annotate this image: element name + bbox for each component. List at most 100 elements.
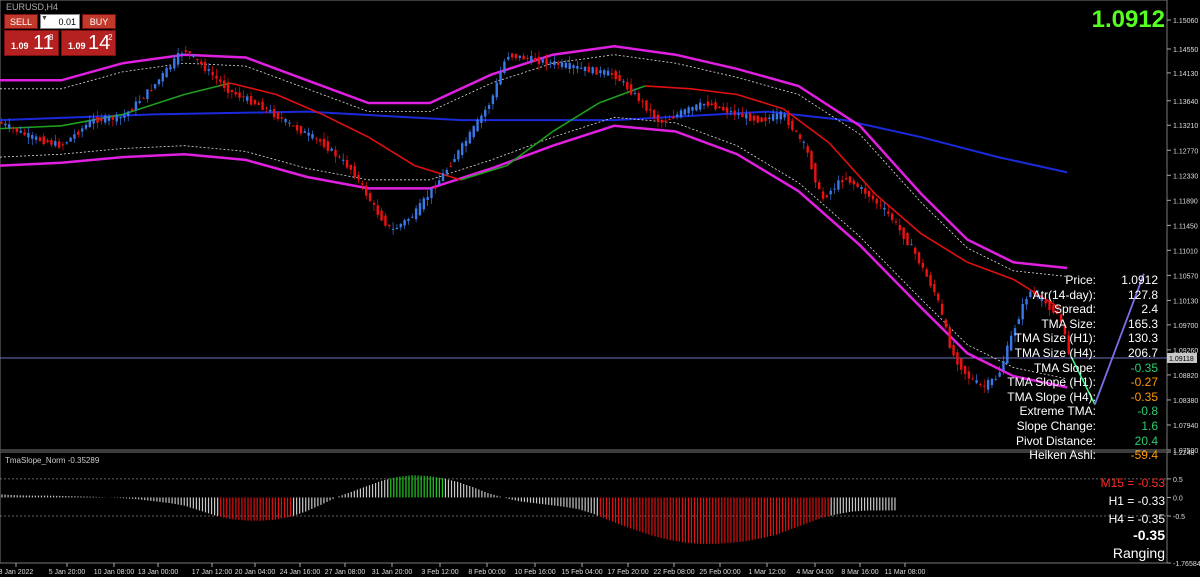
candle-body xyxy=(303,131,307,133)
candle-body xyxy=(487,105,491,109)
candle-body xyxy=(745,113,748,119)
stat-row: Spread: 2.4 xyxy=(1000,302,1160,317)
candle-body xyxy=(530,55,533,62)
candle-body xyxy=(265,107,268,109)
time-tick-label: 15 Feb 04:00 xyxy=(561,569,602,576)
candle-body xyxy=(664,120,667,123)
candle-body xyxy=(599,70,602,74)
candle-body xyxy=(426,196,429,200)
moving-average-segment xyxy=(828,142,876,195)
candle-body xyxy=(107,116,111,121)
sell-button[interactable]: SELL xyxy=(4,14,38,29)
candle-body xyxy=(280,117,283,119)
candle-body xyxy=(188,51,191,54)
candle-body xyxy=(349,165,353,170)
candle-body xyxy=(960,358,963,370)
one-click-trade-panel: SELL 0.01 ▼ BUY 1.09 11 8 1.09 14 2 xyxy=(4,14,116,56)
candle-body xyxy=(27,133,30,138)
candle-body xyxy=(230,89,234,92)
candle-body xyxy=(725,107,729,113)
candle-body xyxy=(722,106,725,111)
price-tick-label: 1.09700 xyxy=(1173,323,1198,330)
candle-body xyxy=(207,69,211,71)
price-tick-label: 1.10570 xyxy=(1173,273,1198,280)
candle-body xyxy=(587,66,591,73)
stat-row: TMA Size (H1): 130.3 xyxy=(1000,331,1160,346)
candle-body xyxy=(460,143,464,155)
candle-body xyxy=(821,191,825,199)
candle-body xyxy=(606,70,610,76)
candle-body xyxy=(541,59,545,63)
stat-value: 20.4 xyxy=(1134,433,1158,448)
candle-body xyxy=(430,188,433,199)
candle-body xyxy=(150,89,153,91)
stat-row: TMA Slope: -0.35 xyxy=(1000,361,1160,376)
price-tick-label: 1.15060 xyxy=(1173,18,1198,25)
candle-body xyxy=(622,81,625,83)
candle-body xyxy=(925,269,928,277)
candle-body xyxy=(472,126,475,138)
candle-body xyxy=(652,110,656,118)
candle-body xyxy=(4,123,7,126)
candle-body xyxy=(322,138,326,147)
moving-average-segment xyxy=(322,113,369,138)
candle-body xyxy=(963,365,967,374)
stats-panel: Price: 1.0912 Atr(14-day): 127.8 Spread: 2.4 T… xyxy=(1000,273,1160,463)
candle-body xyxy=(687,107,690,114)
candle-body xyxy=(238,92,241,98)
candle-body xyxy=(361,183,364,185)
candle-body xyxy=(153,84,157,89)
candle-body xyxy=(537,56,541,64)
candle-body xyxy=(783,114,786,118)
candle-body xyxy=(242,96,245,98)
candle-body xyxy=(841,180,844,183)
stat-label: Price: xyxy=(1065,273,1096,287)
candle-body xyxy=(226,82,230,93)
candle-body xyxy=(215,75,218,79)
candle-body xyxy=(787,113,790,126)
candle-body xyxy=(464,140,468,147)
oscillator-tick-label: 0.0 xyxy=(1173,495,1183,502)
candle-body xyxy=(295,124,299,131)
candle-body xyxy=(940,303,944,315)
current-price-label: 1.09118 xyxy=(1169,356,1194,363)
moving-average-segment xyxy=(644,85,692,90)
candle-body xyxy=(683,109,687,115)
price-tick-label: 1.14130 xyxy=(1173,71,1198,78)
price-tick-label: 1.12770 xyxy=(1173,148,1198,155)
candle-body xyxy=(445,169,449,174)
stat-row: TMA Size (H4): 206.7 xyxy=(1000,346,1160,361)
candle-body xyxy=(603,70,606,75)
stat-label: Slope Change: xyxy=(1016,418,1096,433)
candle-body xyxy=(391,228,395,230)
candle-body xyxy=(211,71,214,76)
candle-body xyxy=(660,119,664,123)
candle-body xyxy=(890,213,894,220)
candle-body xyxy=(737,114,740,116)
symbol-title: EURUSD,H4 xyxy=(6,2,59,12)
candle-body xyxy=(545,58,548,65)
stat-value: -0.8 xyxy=(1137,404,1158,419)
candle-body xyxy=(50,139,53,145)
candle-body xyxy=(127,111,130,116)
stat-row: Price: 1.0912 xyxy=(1000,273,1160,288)
candle-body xyxy=(675,114,679,117)
candle-body xyxy=(203,61,207,71)
candle-body xyxy=(913,247,917,254)
buy-price-box[interactable]: 1.09 14 2 xyxy=(61,30,116,56)
candle-body xyxy=(307,132,310,136)
buy-button[interactable]: BUY xyxy=(82,14,116,29)
lot-stepper-icon[interactable]: ▼ xyxy=(41,15,48,22)
candle-body xyxy=(31,135,34,139)
candle-body xyxy=(910,244,913,246)
candle-body xyxy=(491,95,495,105)
candle-body xyxy=(883,207,886,210)
candle-body xyxy=(852,180,855,185)
candle-body xyxy=(46,140,49,143)
candle-body xyxy=(288,122,291,124)
price-tick-label: 1.11450 xyxy=(1173,223,1198,230)
candle-body xyxy=(88,120,92,128)
sell-price-box[interactable]: 1.09 11 8 xyxy=(4,30,59,56)
oscillator-h4-text: H4 = -0.35 xyxy=(1108,512,1165,526)
candle-body xyxy=(453,158,456,163)
